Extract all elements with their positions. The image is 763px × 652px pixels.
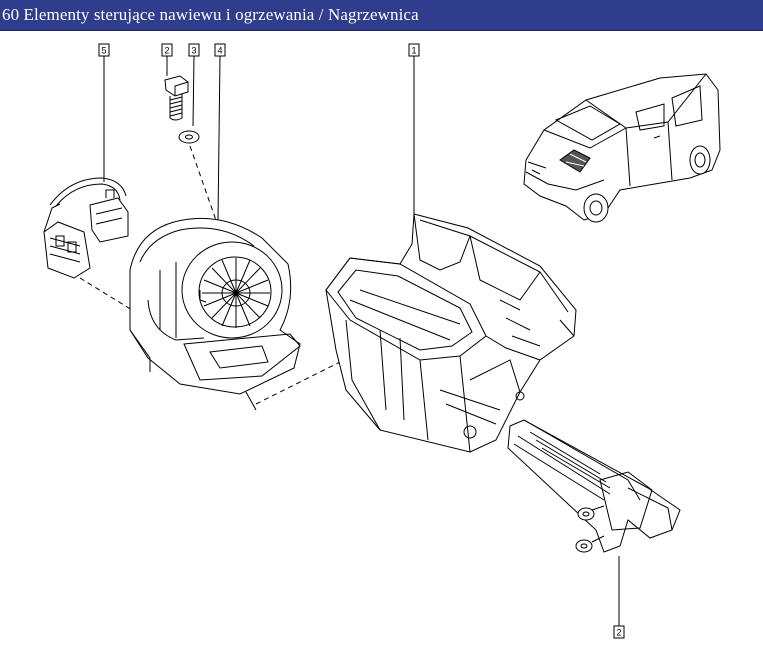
callout-4: 5 [98,43,110,182]
resistor-harness-part [43,177,129,279]
page-title: 60 Elementy sterujące nawiewu i ogrzewan… [2,5,419,24]
callout-4-label: 5 [102,46,107,56]
callout-5-label: 2 [165,46,170,56]
bolt-part [164,75,189,121]
callout-6-label: 3 [192,46,197,56]
washer-part [178,130,200,144]
vehicle-illustration [523,73,721,223]
callout-1: 1 [408,43,420,214]
mount-line [245,391,257,411]
title-bar: 60 Elementy sterujące nawiewu i ogrzewan… [0,0,763,31]
callout-1-label: 1 [412,46,417,56]
callout-6: 3 [188,43,200,127]
blower-fan-part [129,217,301,395]
callout-3: 4 [214,43,226,221]
callout-3-label: 4 [218,46,223,56]
heater-core-part [507,419,681,553]
heater-housing-part [325,213,577,453]
callout-5: 2 [161,43,173,76]
exploded-parts-diagram: 2 3 4 5 1 2 [43,43,721,639]
callout-2-label: 2 [617,628,622,638]
callout-2: 2 [613,556,625,639]
